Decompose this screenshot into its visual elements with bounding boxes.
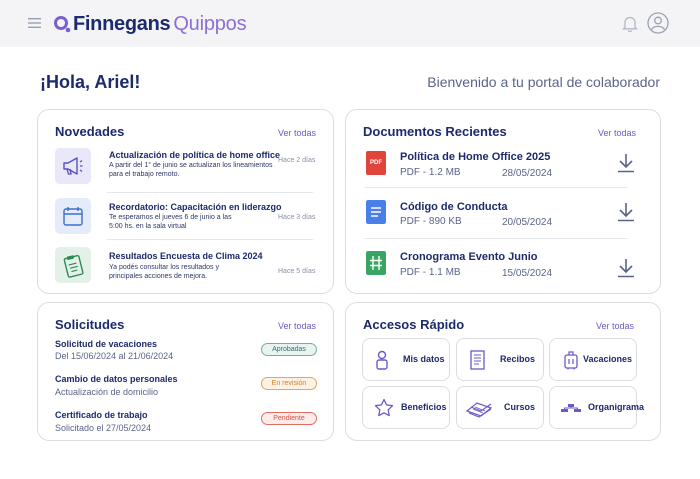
main-content: ¡Hola, Ariel! Bienvenido a tu portal de … bbox=[0, 47, 700, 479]
brand-name-primary: Finnegans bbox=[73, 12, 171, 35]
download-icon[interactable] bbox=[616, 201, 636, 223]
quick-access-tile-vacaciones[interactable]: Vacaciones bbox=[549, 338, 637, 381]
documents-card: Documentos Recientes Ver todas PDF Polít… bbox=[345, 109, 661, 294]
request-title[interactable]: Solicitud de vacaciones bbox=[55, 339, 157, 349]
request-detail: Solicitado el 27/05/2024 bbox=[55, 423, 152, 433]
news-item-desc: Ya podés consultar los resultados y prin… bbox=[109, 264, 219, 280]
news-card-title: Novedades bbox=[55, 124, 125, 139]
news-item-title[interactable]: Actualización de política de home office bbox=[109, 150, 280, 160]
request-title[interactable]: Certificado de trabajo bbox=[55, 410, 148, 420]
request-detail: Actualización de domicilio bbox=[55, 387, 159, 397]
news-item-time: Hace 3 días bbox=[278, 214, 316, 221]
news-card: Novedades Ver todas Actualización de pol… bbox=[37, 109, 334, 294]
status-badge-approved: Aprobadas bbox=[261, 343, 317, 356]
download-icon[interactable] bbox=[616, 152, 636, 174]
quick-access-tile-recibos[interactable]: Recibos bbox=[456, 338, 544, 381]
document-file-icon bbox=[366, 200, 386, 224]
tile-label: Vacaciones bbox=[583, 354, 633, 364]
requests-see-all-link[interactable]: Ver todas bbox=[278, 321, 316, 331]
document-meta: PDF - 890 KB bbox=[400, 216, 462, 227]
user-avatar-icon[interactable] bbox=[647, 12, 669, 34]
brand-name-secondary: Quippos bbox=[173, 12, 247, 35]
status-badge-pending: Pendiente bbox=[261, 412, 317, 425]
top-bar: Finnegans Quippos bbox=[0, 0, 700, 47]
quick-access-tile-organigrama[interactable]: Organigrama bbox=[549, 386, 644, 429]
document-date: 15/05/2024 bbox=[502, 268, 553, 279]
bell-icon[interactable] bbox=[621, 14, 639, 33]
news-item-time: Hace 2 días bbox=[278, 157, 316, 164]
quick-access-tile-cursos[interactable]: Cursos bbox=[456, 386, 544, 429]
org-chart-icon bbox=[561, 404, 581, 412]
news-item-time: Hace 5 días bbox=[278, 268, 316, 275]
requests-card-title: Solicitudes bbox=[55, 317, 125, 332]
document-meta: PDF - 1.1 MB bbox=[400, 267, 461, 278]
books-icon bbox=[465, 402, 493, 418]
quick-access-card: Accesos Rápido Ver todas Mis datos Recib… bbox=[345, 302, 661, 441]
divider bbox=[364, 238, 628, 239]
calendar-icon bbox=[63, 207, 83, 226]
news-see-all-link[interactable]: Ver todas bbox=[278, 128, 316, 138]
document-meta: PDF - 1.2 MB bbox=[400, 167, 461, 178]
greeting-title: ¡Hola, Ariel! bbox=[40, 72, 141, 92]
quick-access-see-all-link[interactable]: Ver todas bbox=[596, 321, 634, 331]
hamburger-menu-icon[interactable] bbox=[28, 17, 41, 29]
news-item-icon-box bbox=[55, 247, 91, 283]
news-item-icon-box bbox=[55, 198, 91, 234]
logo-mark-icon bbox=[54, 16, 71, 33]
divider bbox=[107, 239, 313, 240]
megaphone-icon bbox=[63, 157, 83, 175]
news-item-title[interactable]: Recordatorio: Capacitación en liderazgo bbox=[109, 202, 282, 212]
star-icon bbox=[374, 398, 394, 417]
divider bbox=[107, 192, 313, 193]
tile-label: Recibos bbox=[500, 354, 536, 364]
status-badge-in-review: En revisión bbox=[261, 377, 317, 390]
spreadsheet-file-icon bbox=[366, 251, 386, 275]
news-item-desc: A partir del 1° de junio se actualizan l… bbox=[109, 162, 273, 178]
divider bbox=[364, 187, 628, 188]
document-date: 20/05/2024 bbox=[502, 217, 553, 228]
news-item-icon-box bbox=[55, 148, 91, 184]
news-item-desc: Te esperamos el jueves 6 de junio a las … bbox=[109, 214, 232, 230]
documents-card-title: Documentos Recientes bbox=[363, 124, 507, 139]
tile-label: Cursos bbox=[504, 402, 536, 412]
request-title[interactable]: Cambio de datos personales bbox=[55, 374, 178, 384]
quick-access-card-title: Accesos Rápido bbox=[363, 317, 465, 332]
quick-access-tile-mis-datos[interactable]: Mis datos bbox=[362, 338, 450, 381]
download-icon[interactable] bbox=[616, 257, 636, 279]
request-detail: Del 15/06/2024 al 21/06/2024 bbox=[55, 351, 174, 361]
quick-access-tile-beneficios[interactable]: Beneficios bbox=[362, 386, 450, 429]
tile-label: Organigrama bbox=[588, 402, 645, 412]
receipt-icon bbox=[470, 350, 485, 370]
tile-label: Beneficios bbox=[401, 402, 447, 412]
news-item-title[interactable]: Resultados Encuesta de Clima 2024 bbox=[109, 251, 263, 261]
brand-logo[interactable]: Finnegans Quippos bbox=[53, 11, 247, 37]
document-title[interactable]: Política de Home Office 2025 bbox=[400, 151, 550, 163]
document-date: 28/05/2024 bbox=[502, 168, 553, 179]
clipboard-icon bbox=[63, 254, 84, 278]
person-icon bbox=[376, 350, 388, 370]
suitcase-icon bbox=[564, 351, 578, 370]
pdf-file-icon: PDF bbox=[366, 151, 386, 175]
documents-see-all-link[interactable]: Ver todas bbox=[598, 128, 636, 138]
document-title[interactable]: Cronograma Evento Junio bbox=[400, 251, 538, 263]
tile-label: Mis datos bbox=[403, 354, 445, 364]
requests-card: Solicitudes Ver todas Solicitud de vacac… bbox=[37, 302, 334, 441]
document-title[interactable]: Código de Conducta bbox=[400, 201, 508, 213]
welcome-text: Bienvenido a tu portal de colaborador bbox=[427, 74, 660, 90]
